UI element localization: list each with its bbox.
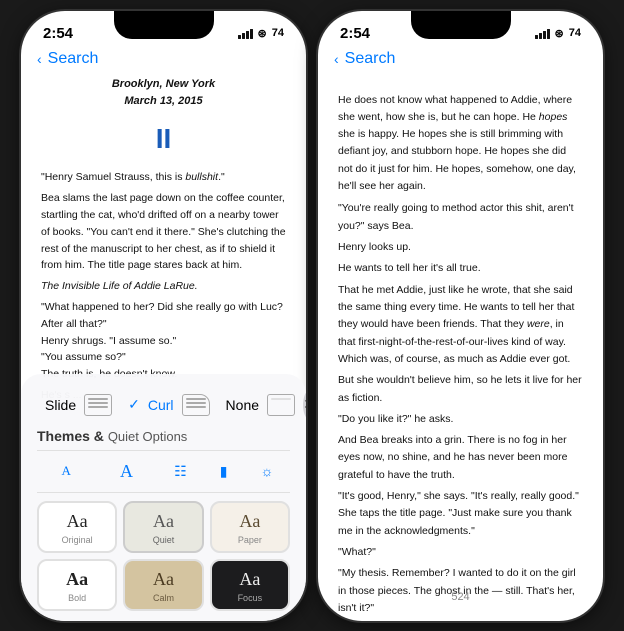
signal-bars-right	[535, 28, 550, 39]
right-para-4: That he met Addie, just like he wrote, t…	[338, 282, 583, 369]
battery-right: 74	[569, 27, 581, 39]
theme-quiet-label: Quiet	[131, 535, 195, 545]
bottom-panel: Slide ✓ Curl	[21, 374, 306, 621]
font-style-icon[interactable]: ☷	[174, 463, 187, 480]
theme-paper-text: Aa	[218, 511, 282, 532]
display-settings-icon[interactable]: ☼	[261, 463, 274, 479]
theme-calm-label: Calm	[131, 593, 195, 603]
slide-label: Slide	[45, 397, 76, 413]
signal-bars	[238, 28, 253, 39]
right-para-7: And Bea breaks into a grin. There is no …	[338, 432, 583, 484]
font-increase-button[interactable]: A	[112, 457, 141, 486]
wifi-icon-right: ⊛	[555, 27, 564, 40]
theme-original[interactable]: Aa Original	[37, 501, 117, 553]
curl-label: Curl	[148, 397, 174, 413]
check-icon: ✓	[128, 396, 140, 413]
battery-left: 74	[272, 27, 284, 39]
theme-paper-label: Paper	[218, 535, 282, 545]
theme-focus-label: Focus	[218, 593, 282, 603]
theme-bold-label: Bold	[45, 593, 109, 603]
theme-original-text: Aa	[45, 511, 109, 532]
right-phone: 2:54 ⊛ 74 ‹ Search H	[318, 11, 603, 621]
right-para-3: He wants to tell her it's all true.	[338, 260, 583, 277]
right-para-6: "Do you like it?" he asks.	[338, 411, 583, 428]
search-label-left[interactable]: Search	[48, 50, 99, 68]
left-phone: 2:54 ⊛ 74 ‹ Search	[21, 11, 306, 621]
search-label-right[interactable]: Search	[345, 50, 396, 68]
theme-quiet-text: Aa	[131, 511, 195, 532]
book-location: Brooklyn, New YorkMarch 13, 2015	[41, 76, 286, 111]
theme-quiet[interactable]: Aa Quiet	[123, 501, 203, 553]
scroll-curl-option[interactable]: ✓ Curl	[120, 390, 217, 420]
none-label: None	[226, 397, 259, 413]
right-para-1: "You're really going to method actor thi…	[338, 200, 583, 235]
right-para-0: He does not know what happened to Addie,…	[338, 92, 583, 196]
right-para-9: "What?"	[338, 544, 583, 561]
theme-paper[interactable]: Aa Paper	[210, 501, 290, 553]
right-para-8: "It's good, Henry," she says. "It's real…	[338, 488, 583, 540]
notch-right	[411, 11, 511, 39]
book-content-right: He does not know what happened to Addie,…	[318, 76, 603, 621]
scroll-slide-option[interactable]: Slide	[37, 390, 120, 420]
theme-calm-text: Aa	[131, 569, 195, 590]
book-content-left: Brooklyn, New YorkMarch 13, 2015 II "Hen…	[21, 76, 306, 404]
body-para-5: Henry shrugs. "I assume so."	[41, 333, 286, 350]
body-para-1: "Henry Samuel Strauss, this is bullshit.…	[41, 169, 286, 186]
status-icons-left: ⊛ 74	[238, 27, 284, 40]
theme-bold[interactable]: Aa Bold	[37, 559, 117, 611]
theme-original-label: Original	[45, 535, 109, 545]
search-bar-left[interactable]: ‹ Search	[21, 46, 306, 76]
font-size-controls: A A ☷ ▮ ☼	[37, 450, 290, 493]
font-decrease-button[interactable]: A	[54, 459, 79, 483]
theme-focus-text: Aa	[218, 569, 282, 590]
curl-icon	[182, 394, 210, 416]
back-arrow-right-icon[interactable]: ‹	[334, 51, 339, 67]
themes-grid: Aa Original Aa Quiet Aa Paper Aa Bold	[37, 501, 290, 611]
close-button[interactable]: ✕	[303, 391, 306, 419]
search-bar-right[interactable]: ‹ Search	[318, 46, 603, 76]
scroll-none-option[interactable]: None	[218, 390, 303, 420]
time-left: 2:54	[43, 25, 73, 42]
time-right: 2:54	[340, 25, 370, 42]
slide-icon	[84, 394, 112, 416]
themes-header: Themes & Quiet Options	[37, 428, 290, 444]
theme-focus[interactable]: Aa Focus	[210, 559, 290, 611]
body-para-4: "What happened to her? Did she really go…	[41, 299, 286, 333]
right-para-2: Henry looks up.	[338, 239, 583, 256]
chapter-number: II	[41, 117, 286, 162]
none-icon	[267, 394, 295, 416]
right-para-5: But she wouldn't believe him, so he lets…	[338, 372, 583, 407]
wifi-icon: ⊛	[258, 27, 267, 40]
back-arrow-icon[interactable]: ‹	[37, 51, 42, 67]
bookmark-icon[interactable]: ▮	[220, 463, 228, 480]
body-para-2: Bea slams the last page down on the coff…	[41, 190, 286, 274]
scroll-options-row: Slide ✓ Curl	[37, 390, 290, 420]
theme-bold-text: Aa	[45, 569, 109, 590]
page-number: 524	[451, 591, 469, 603]
status-icons-right: ⊛ 74	[535, 27, 581, 40]
body-para-6: "You assume so?"	[41, 349, 286, 366]
theme-calm[interactable]: Aa Calm	[123, 559, 203, 611]
body-para-3: The Invisible Life of Addie LaRue.	[41, 278, 286, 295]
quiet-option-label[interactable]: Quiet Options	[108, 429, 188, 444]
notch	[114, 11, 214, 39]
